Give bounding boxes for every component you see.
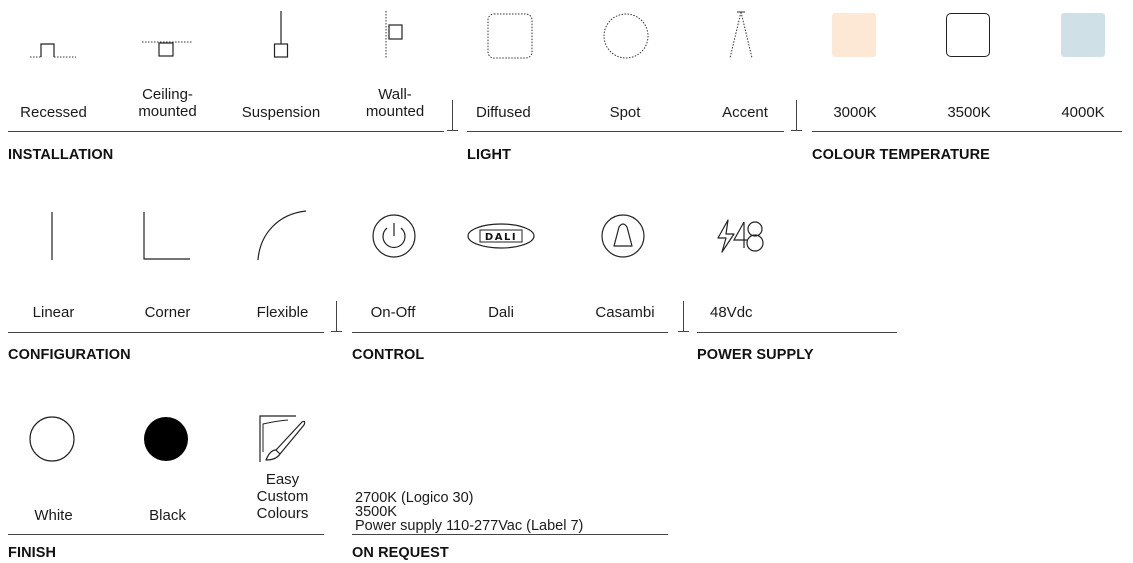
divider-tick [452,100,453,130]
suspension-icon [273,11,289,58]
recessed-label: Recessed [20,104,87,121]
accent-icon [729,11,753,59]
dali-icon: DALI [467,223,535,249]
corner-label: Corner [144,304,191,321]
casambi-label: Casambi [595,304,655,321]
divider-tick [796,100,797,130]
dali-label: Dali [488,304,514,321]
ceiling-mounted-label-line2: mounted [138,103,197,120]
easy-custom-colours-label-line3: Colours [256,505,309,522]
swatch-4000k [1061,13,1105,57]
light-heading: LIGHT [467,147,511,163]
installation-heading: INSTALLATION [8,147,114,163]
temp-3500k-label: 3500K [947,104,991,121]
wall-mounted-label-line1: Wall- [378,86,412,103]
colour-temperature-heading: COLOUR TEMPERATURE [812,147,990,163]
spot-icon [603,13,649,59]
on-off-label: On-Off [370,304,416,321]
divider-tick-foot [678,331,689,332]
black-label: Black [149,507,186,524]
ceiling-mounted-label-line1: Ceiling- [142,86,193,103]
linear-icon [51,212,53,260]
on-request-heading: ON REQUEST [352,545,449,561]
corner-icon [143,212,190,260]
black-circle-icon [144,417,188,461]
casambi-icon [601,214,645,258]
linear-label: Linear [32,304,75,321]
configuration-heading: CONFIGURATION [8,347,131,363]
divider-tick-foot [447,130,458,131]
configuration-rule [8,332,324,333]
on-request-rule [352,534,668,535]
power-supply-heading: POWER SUPPLY [697,347,814,363]
white-label: White [34,507,73,524]
power-icon [372,214,416,258]
temp-4000k-label: 4000K [1061,104,1105,121]
wall-mounted-icon [385,11,403,59]
paintbrush-icon [259,415,306,462]
colour-temperature-rule [812,131,1122,132]
installation-rule [8,131,444,132]
ceiling-mounted-label: Ceiling- mounted [120,86,215,120]
control-heading: CONTROL [352,347,425,363]
control-rule [352,332,668,333]
wall-mounted-label: Wall- mounted [345,86,445,120]
easy-custom-colours-label-line1: Easy [265,471,300,488]
divider-tick-foot [791,130,802,131]
divider-tick-foot [331,331,342,332]
easy-custom-colours-label: Easy Custom Colours [235,471,330,522]
wall-mounted-label-line2: mounted [365,103,425,120]
suspension-label: Suspension [241,104,321,121]
divider-tick [683,301,684,331]
temp-3000k-label: 3000K [833,104,877,121]
flexible-label: Flexible [256,304,309,321]
finish-rule [8,534,324,535]
divider-tick [336,301,337,331]
48vdc-label: 48Vdc [710,304,753,321]
flexible-icon [257,210,307,261]
dali-badge-text: DALI [485,232,517,243]
ceiling-mounted-icon [142,41,192,57]
finish-heading: FINISH [8,545,57,561]
light-rule [467,131,784,132]
recessed-icon [30,43,76,58]
swatch-3500k [946,13,990,57]
48v-icon [717,219,764,253]
spot-label: Spot [609,104,641,121]
easy-custom-colours-label-line2: Custom [256,488,309,505]
diffused-icon [487,13,533,59]
on-request-line-3: Power supply 110-277Vac (Label 7) [355,518,584,534]
power-supply-rule [697,332,897,333]
accent-label: Accent [722,104,768,121]
white-circle-icon [29,416,75,462]
diffused-label: Diffused [476,104,531,121]
swatch-3000k [832,13,876,57]
